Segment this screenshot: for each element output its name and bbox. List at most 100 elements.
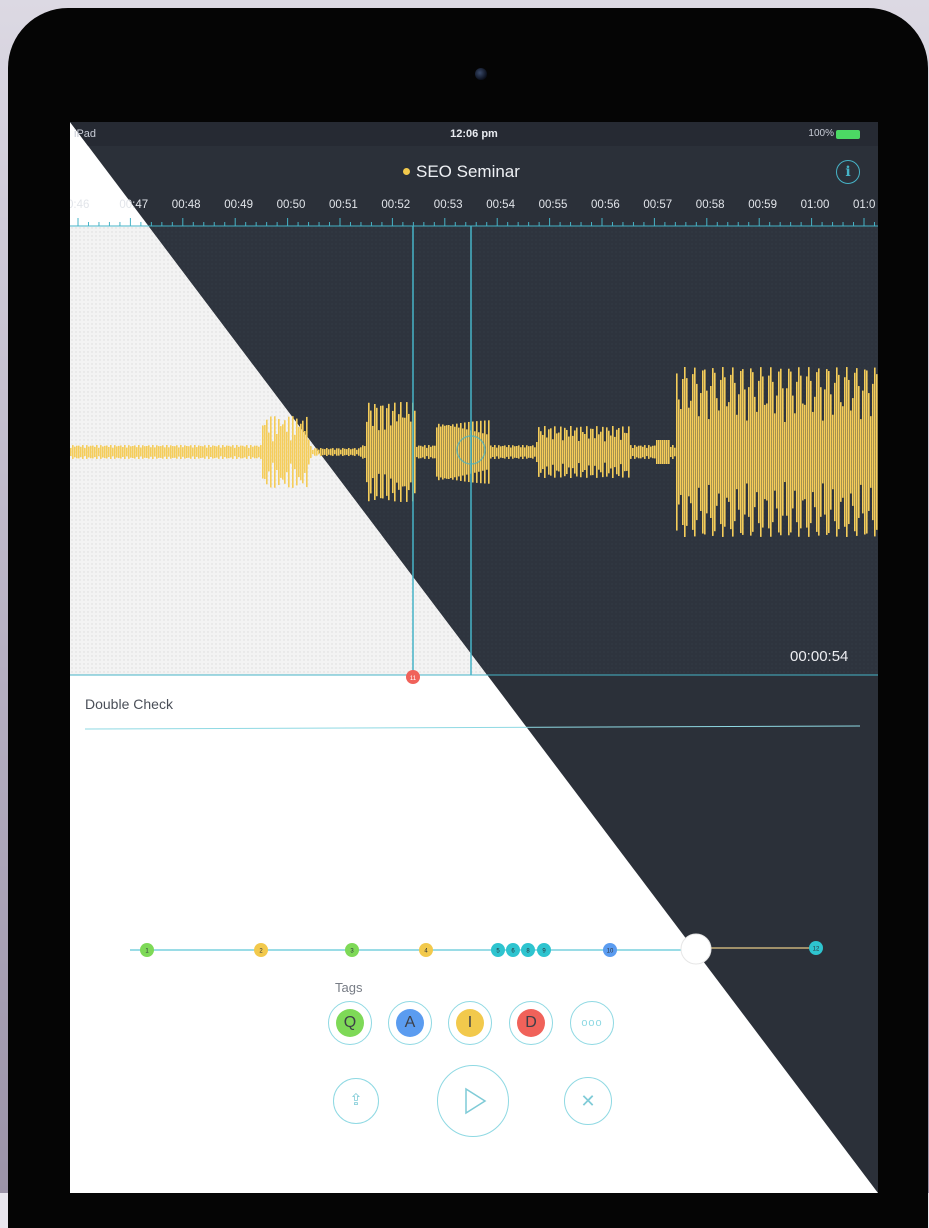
- close-button[interactable]: ✕: [564, 1077, 612, 1125]
- note-text[interactable]: Double Check: [85, 696, 173, 712]
- waveform-bar: [544, 426, 546, 478]
- waveform-bar: [448, 424, 450, 480]
- waveform-bar: [560, 426, 562, 478]
- waveform-bar: [674, 447, 676, 457]
- tag-button-a[interactable]: A: [388, 1001, 432, 1045]
- timeline-tick-label: 00:55: [538, 199, 568, 211]
- waveform-bar: [816, 372, 818, 532]
- tag-marker[interactable]: 2: [254, 943, 268, 957]
- tag-marker[interactable]: 5: [491, 943, 505, 957]
- tag-marker[interactable]: 9: [537, 943, 551, 957]
- tag-button-i[interactable]: I: [448, 1001, 492, 1045]
- waveform-bar: [492, 447, 494, 457]
- waveform-bar: [306, 416, 308, 488]
- waveform-bar: [386, 408, 388, 496]
- info-icon[interactable]: i: [836, 160, 860, 184]
- waveform-bar: [188, 446, 190, 458]
- waveform-bar: [358, 448, 360, 456]
- tag-marker[interactable]: 8: [521, 943, 535, 957]
- waveform-bar: [716, 398, 718, 506]
- timeline-tick-label: 00:49: [224, 199, 253, 211]
- waveform-bar: [718, 410, 720, 494]
- waveform-bar: [454, 426, 456, 478]
- waveform-bar: [612, 426, 614, 478]
- tag-button-q[interactable]: Q: [328, 1001, 372, 1045]
- waveform-bar: [488, 420, 490, 484]
- waveform-bar: [462, 428, 464, 476]
- tag-marker[interactable]: 10: [603, 943, 617, 957]
- waveform-bar: [94, 446, 96, 458]
- waveform-bar: [200, 445, 202, 459]
- waveform-bar: [530, 446, 532, 458]
- waveform-bar: [564, 427, 566, 477]
- waveform-bar: [748, 387, 750, 517]
- waveform-bar: [296, 418, 298, 486]
- waveform-bar: [124, 445, 126, 459]
- waveform-bar: [442, 424, 444, 480]
- tag-button-more[interactable]: ooo: [570, 1001, 614, 1045]
- waveform-bar: [678, 399, 680, 505]
- waveform-bar: [540, 431, 542, 473]
- waveform-bar: [272, 441, 274, 463]
- waveform-bar: [550, 428, 552, 476]
- waveform-bar: [234, 447, 236, 457]
- waveform-bar: [328, 449, 330, 455]
- waveform-bar: [292, 416, 294, 488]
- waveform-bar: [286, 431, 288, 473]
- waveform-bar: [580, 426, 582, 478]
- waveform-bar: [636, 446, 638, 458]
- waveform-bar: [866, 370, 868, 534]
- waveform-bar: [548, 429, 550, 475]
- waveform-bar: [132, 445, 134, 459]
- waveform-bar: [256, 445, 258, 459]
- waveform-bar: [570, 426, 572, 478]
- waveform-bar: [758, 380, 760, 524]
- waveform-bar: [802, 403, 804, 501]
- waveform-bar: [298, 426, 300, 478]
- waveform-bar: [126, 447, 128, 457]
- waveform-bar: [406, 402, 408, 502]
- timeline-tick-label: 00:54: [486, 199, 515, 211]
- waveform-bar: [844, 377, 846, 527]
- waveform-bar: [510, 447, 512, 457]
- tag-marker[interactable]: 1: [140, 943, 154, 957]
- waveform-bar: [668, 440, 670, 464]
- waveform-bar: [178, 447, 180, 457]
- play-button[interactable]: [437, 1065, 509, 1137]
- close-icon: ✕: [580, 1091, 596, 1111]
- waveform-bar: [480, 420, 482, 484]
- waveform-bar: [788, 368, 790, 536]
- tag-marker[interactable]: 6: [506, 943, 520, 957]
- waveform-bar: [72, 445, 74, 459]
- waveform-bar: [654, 445, 656, 459]
- waveform-bar: [576, 427, 578, 477]
- tag-marker[interactable]: 12: [809, 941, 823, 955]
- app-screen: 11 1 2 3 4 5 6 8 9 10 12 iPad 12:06 pm 100% SEO S…: [70, 122, 878, 1193]
- waveform-bar: [248, 447, 250, 457]
- waveform-bar: [522, 445, 524, 459]
- waveform-bar: [114, 445, 116, 459]
- time-readout: 00:00:54: [790, 648, 849, 665]
- waveform-bar: [314, 448, 316, 456]
- waveform-bar: [204, 445, 206, 459]
- waveform-bar: [338, 448, 340, 456]
- tag-marker[interactable]: 4: [419, 943, 433, 957]
- waveform-bar: [588, 438, 590, 466]
- waveform-bar: [770, 367, 772, 537]
- waveform-bar: [722, 367, 724, 537]
- waveform-bar: [378, 430, 380, 474]
- tag-marker[interactable]: 3: [345, 943, 359, 957]
- waveform-bar: [856, 368, 858, 536]
- waveform-bar: [100, 445, 102, 459]
- waveform-bar: [312, 449, 314, 455]
- waveform-bar: [556, 433, 558, 471]
- waveform-bar: [616, 429, 618, 475]
- waveform-bar: [460, 423, 462, 481]
- tag-button-label: Q: [336, 1009, 364, 1037]
- waveform-bar: [652, 445, 654, 459]
- share-button[interactable]: ⇪: [333, 1078, 379, 1124]
- waveform-bar: [504, 445, 506, 459]
- tag-button-d[interactable]: D: [509, 1001, 553, 1045]
- waveform-bar: [524, 447, 526, 457]
- waveform-bar: [688, 407, 690, 497]
